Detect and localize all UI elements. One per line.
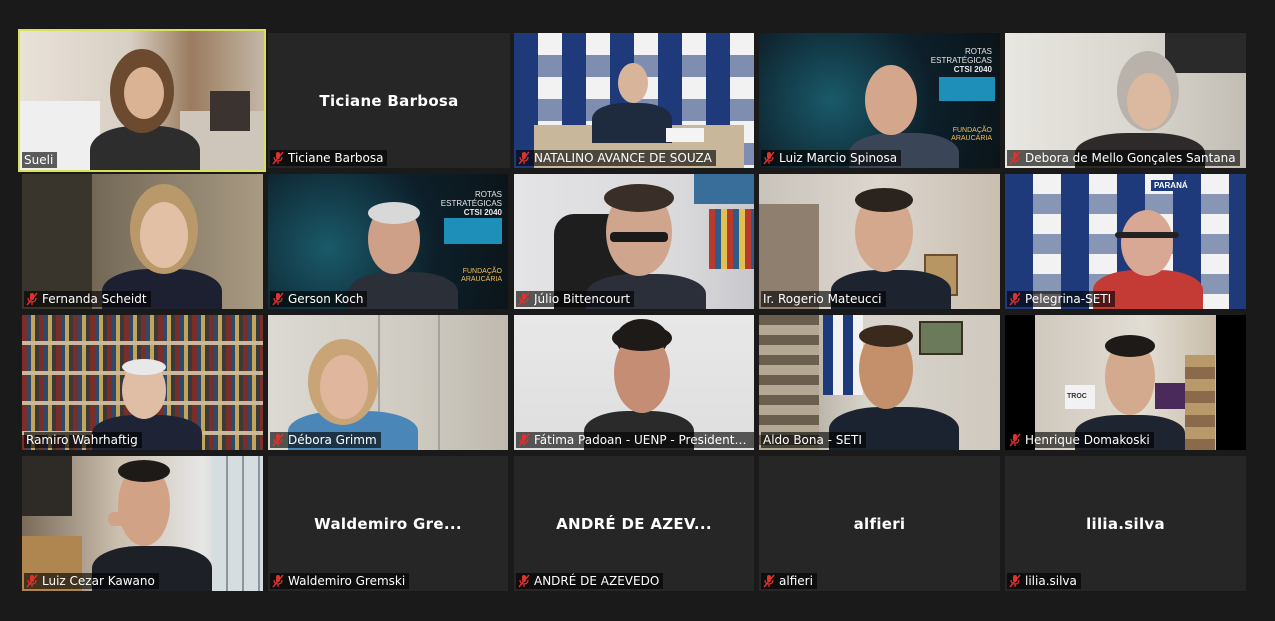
participant-name-label: Fernanda Scheidt	[24, 291, 151, 307]
participant-name-label: Pelegrina-SETI	[1007, 291, 1116, 307]
muted-mic-icon	[518, 433, 530, 447]
muted-mic-icon	[26, 292, 38, 306]
camera-feed	[759, 315, 1000, 450]
participant-name-label: Fátima Padoan - UENP - Presidente...	[516, 432, 754, 448]
muted-mic-icon	[1009, 292, 1021, 306]
participant-display-name: Ticiane Barbosa	[319, 91, 459, 110]
book-text: TROC	[1067, 393, 1087, 400]
camera-feed	[1005, 33, 1246, 168]
banner-text: PARANÁ	[1151, 180, 1191, 191]
muted-mic-icon	[1009, 574, 1021, 588]
participant-name-label: Debora de Mello Gonçales Santana	[1007, 150, 1240, 166]
video-tile-natalino[interactable]: NATALINO AVANCE DE SOUZA	[514, 33, 754, 168]
video-tile-pelegrina[interactable]: PARANÁ Pelegrina-SETI	[1005, 174, 1246, 309]
video-tile-luiz-marcio[interactable]: ROTAS ESTRATÉGICAS CTSI 2040 FUNDAÇÃO AR…	[759, 33, 1000, 168]
participant-name-label: ANDRÉ DE AZEVEDO	[516, 573, 664, 589]
video-tile-rogerio[interactable]: Ir. Rogerio Mateucci	[759, 174, 1000, 309]
muted-mic-icon	[272, 292, 284, 306]
video-tile-debora-grimm[interactable]: Débora Grimm	[268, 315, 508, 450]
participant-name-label: Waldemiro Gremski	[270, 573, 410, 589]
participant-name-label: Ticiane Barbosa	[270, 150, 388, 166]
participant-name-label: lilia.silva	[1007, 573, 1081, 589]
participant-display-name: lilia.silva	[1086, 514, 1165, 533]
muted-mic-icon	[1009, 433, 1021, 447]
camera-feed: PARANÁ	[1005, 174, 1246, 309]
camera-feed	[22, 315, 263, 450]
participant-name-label: Débora Grimm	[270, 432, 381, 448]
video-tile-alfieri[interactable]: alfieri alfieri	[759, 456, 1000, 591]
camera-feed	[514, 174, 754, 309]
participant-name-label: NATALINO AVANCE DE SOUZA	[516, 150, 716, 166]
muted-mic-icon	[272, 574, 284, 588]
camera-feed: ROTAS ESTRATÉGICAS CTSI 2040 FUNDAÇÃO AR…	[759, 33, 1000, 168]
participant-grid: Sueli Ticiane Barbosa Ticiane Barbosa NA…	[0, 0, 1275, 621]
muted-mic-icon	[763, 151, 775, 165]
participant-name-label: Luiz Cezar Kawano	[24, 573, 159, 589]
virtual-bg-title: ROTAS ESTRATÉGICAS CTSI 2040	[440, 190, 502, 217]
muted-mic-icon	[518, 574, 530, 588]
camera-feed	[268, 315, 508, 450]
camera-feed	[514, 315, 754, 450]
participant-name-label: Júlio Bittencourt	[516, 291, 635, 307]
video-tile-ramiro[interactable]: Ramiro Wahrhaftig	[22, 315, 263, 450]
video-tile-debora-santana[interactable]: Debora de Mello Gonçales Santana	[1005, 33, 1246, 168]
video-tile-waldemiro[interactable]: Waldemiro Gre... Waldemiro Gremski	[268, 456, 508, 591]
video-tile-julio[interactable]: Júlio Bittencourt	[514, 174, 754, 309]
muted-mic-icon	[1009, 151, 1021, 165]
muted-mic-icon	[272, 151, 284, 165]
muted-mic-icon	[518, 151, 530, 165]
camera-feed	[514, 33, 754, 168]
camera-feed	[22, 174, 263, 309]
participant-name-label: Ir. Rogerio Mateucci	[761, 291, 886, 307]
participant-name-label: Sueli	[22, 152, 58, 168]
participant-name-label: Gerson Koch	[270, 291, 368, 307]
participant-name-label: alfieri	[761, 573, 817, 589]
participant-display-name: alfieri	[853, 514, 906, 533]
video-tile-luiz-cezar[interactable]: Luiz Cezar Kawano	[22, 456, 263, 591]
muted-mic-icon	[272, 433, 284, 447]
virtual-bg-title: ROTAS ESTRATÉGICAS CTSI 2040	[930, 47, 992, 74]
muted-mic-icon	[26, 574, 38, 588]
camera-feed	[759, 174, 1000, 309]
camera-feed: TROC	[1035, 315, 1216, 450]
video-tile-ticiane[interactable]: Ticiane Barbosa Ticiane Barbosa	[268, 33, 510, 168]
video-tile-fatima[interactable]: Fátima Padoan - UENP - Presidente...	[514, 315, 754, 450]
muted-mic-icon	[518, 292, 530, 306]
video-tile-gerson[interactable]: ROTAS ESTRATÉGICAS CTSI 2040 FUNDAÇÃO AR…	[268, 174, 508, 309]
video-tile-andre[interactable]: ANDRÉ DE AZEV... ANDRÉ DE AZEVEDO	[514, 456, 754, 591]
camera-feed: ROTAS ESTRATÉGICAS CTSI 2040 FUNDAÇÃO AR…	[268, 174, 508, 309]
participant-name-label: Henrique Domakoski	[1007, 432, 1154, 448]
participant-name-label: Luiz Marcio Spinosa	[761, 150, 902, 166]
participant-name-label: Aldo Bona - SETI	[761, 432, 866, 448]
participant-display-name: ANDRÉ DE AZEV...	[556, 514, 712, 533]
video-tile-aldo[interactable]: Aldo Bona - SETI	[759, 315, 1000, 450]
muted-mic-icon	[763, 574, 775, 588]
video-tile-sueli[interactable]: Sueli	[18, 29, 266, 172]
video-tile-henrique[interactable]: TROC Henrique Domakoski	[1005, 315, 1246, 450]
virtual-bg-footer: FUNDAÇÃO ARAUCÁRIA	[951, 127, 992, 142]
camera-feed	[20, 31, 264, 170]
video-tile-lilia[interactable]: lilia.silva lilia.silva	[1005, 456, 1246, 591]
virtual-bg-footer: FUNDAÇÃO ARAUCÁRIA	[461, 268, 502, 283]
video-tile-fernanda[interactable]: Fernanda Scheidt	[22, 174, 263, 309]
participant-name-label: Ramiro Wahrhaftig	[24, 432, 142, 448]
camera-feed	[22, 456, 263, 591]
participant-display-name: Waldemiro Gre...	[314, 514, 462, 533]
